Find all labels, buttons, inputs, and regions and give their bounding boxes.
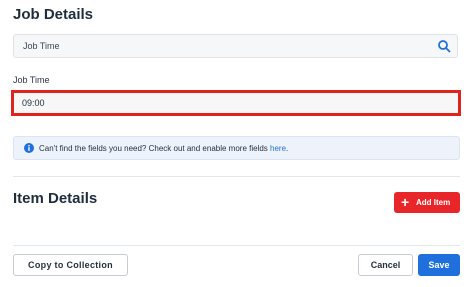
info-message: Can't find the fields you need? Check ou… [39, 144, 268, 153]
copy-to-collection-button[interactable]: Copy to Collection [13, 254, 128, 276]
info-suffix: . [286, 144, 289, 153]
divider [13, 176, 460, 177]
job-time-label: Job Time [13, 75, 50, 85]
save-button[interactable]: Save [418, 254, 460, 276]
job-time-input[interactable]: 09:00 [11, 90, 461, 116]
divider [13, 245, 460, 246]
cancel-button[interactable]: Cancel [358, 254, 413, 276]
plus-icon: + [401, 194, 410, 210]
search-value: Job Time [23, 41, 60, 51]
page-title: Job Details [13, 6, 94, 23]
info-icon [24, 143, 34, 153]
search-icon[interactable] [437, 39, 451, 53]
item-details-title: Item Details [13, 190, 98, 207]
enable-fields-link[interactable]: here [270, 144, 286, 153]
info-banner: Can't find the fields you need? Check ou… [13, 136, 460, 160]
add-item-label: Add Item [416, 198, 451, 207]
add-item-button[interactable]: + Add Item [394, 192, 460, 213]
job-time-value: 09:00 [22, 98, 45, 108]
job-field-search-input[interactable]: Job Time [13, 34, 458, 58]
info-text: Can't find the fields you need? Check ou… [39, 144, 288, 153]
